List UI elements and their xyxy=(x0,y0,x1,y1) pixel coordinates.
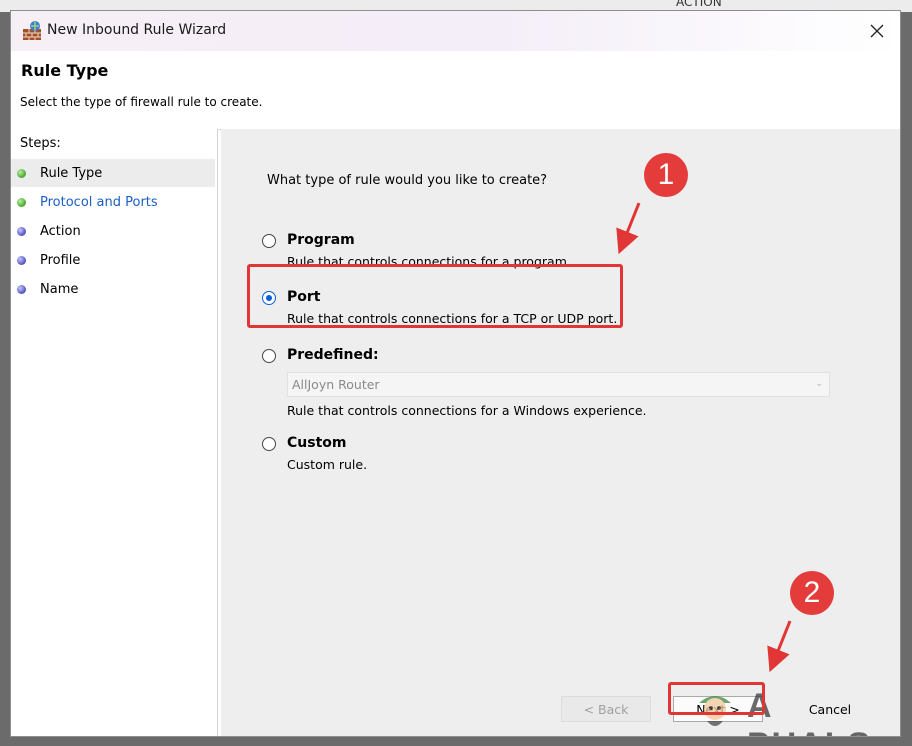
arrow-to-next-icon xyxy=(767,620,792,673)
background-partial-text: ACTION xyxy=(676,0,722,9)
wizard-window: New Inbound Rule Wizard Rule Type Select… xyxy=(10,10,901,737)
arrow-to-port-icon xyxy=(616,202,641,255)
annotation-arrows xyxy=(616,202,792,673)
